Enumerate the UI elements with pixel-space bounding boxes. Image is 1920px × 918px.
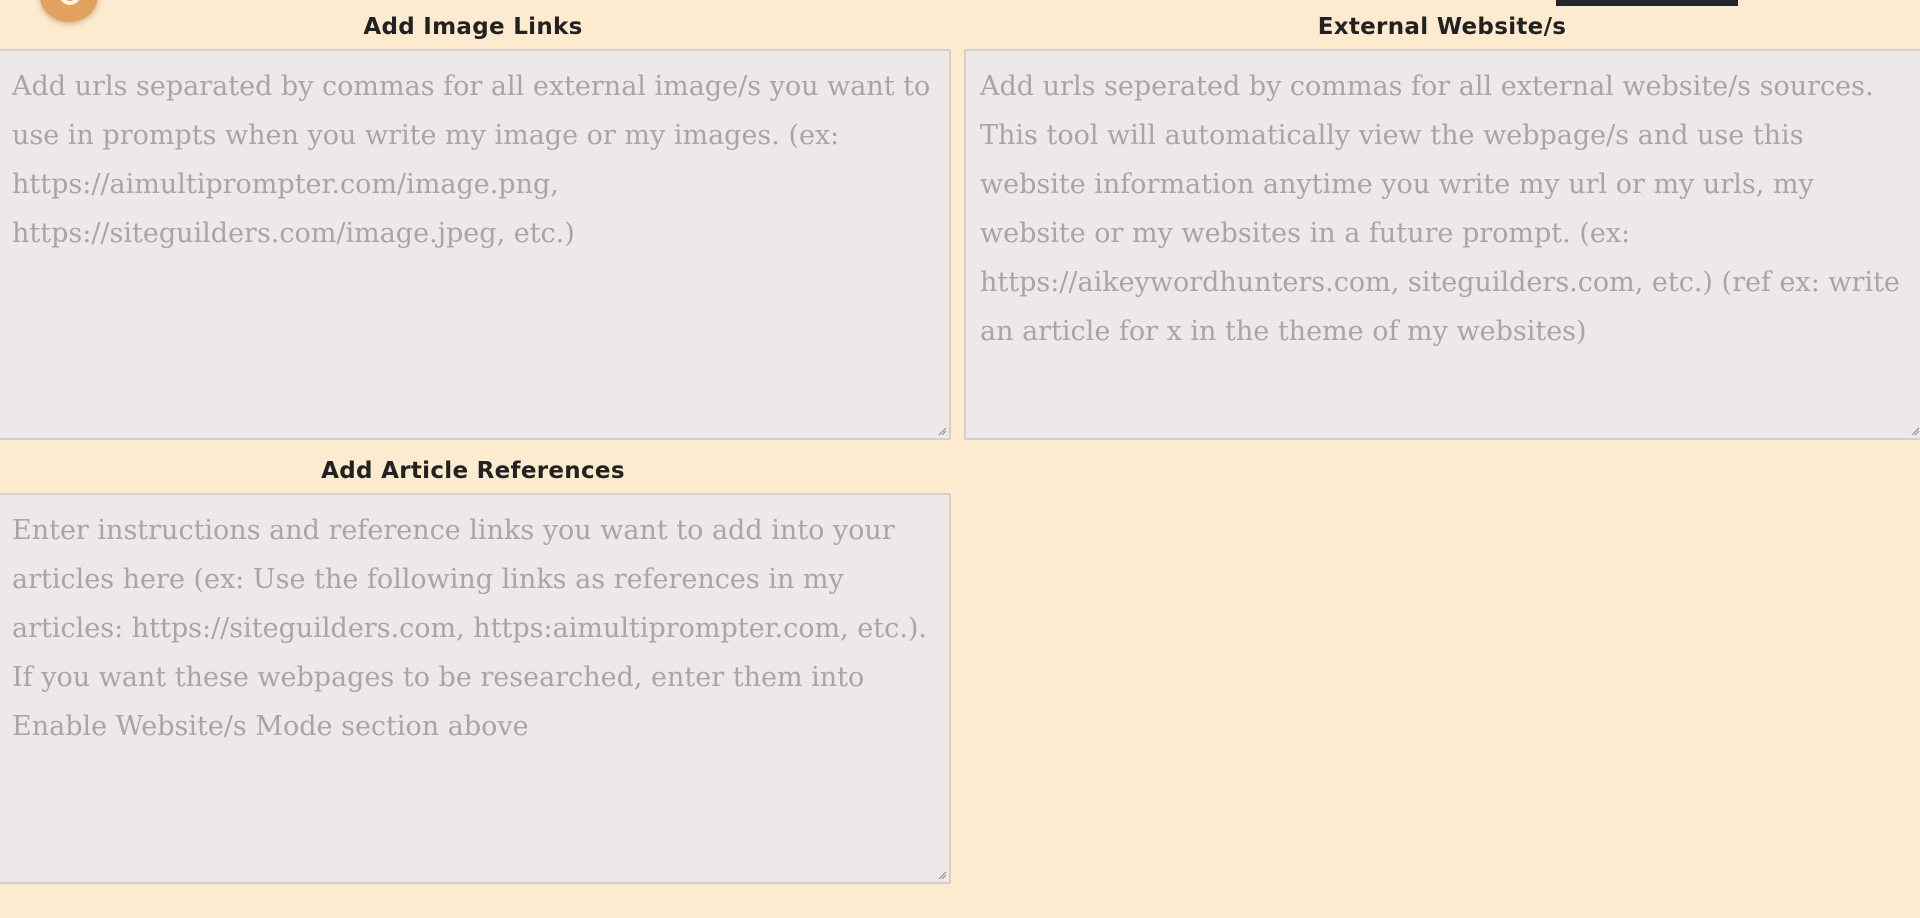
article-references-field[interactable] (0, 493, 951, 884)
image-links-textarea[interactable] (0, 51, 949, 438)
article-references-textarea[interactable] (0, 495, 949, 882)
external-websites-textarea[interactable] (966, 51, 1920, 438)
image-links-field[interactable] (0, 49, 951, 440)
image-links-label: Add Image Links (363, 14, 583, 40)
resize-grip-icon[interactable] (937, 426, 947, 436)
resize-grip-icon[interactable] (937, 870, 947, 880)
external-websites-label: External Website/s (1317, 14, 1567, 40)
article-references-label: Add Article References (321, 458, 625, 484)
external-websites-field[interactable] (964, 49, 1920, 440)
dark-top-tab[interactable] (1556, 0, 1738, 6)
resize-grip-icon[interactable] (1910, 426, 1920, 436)
